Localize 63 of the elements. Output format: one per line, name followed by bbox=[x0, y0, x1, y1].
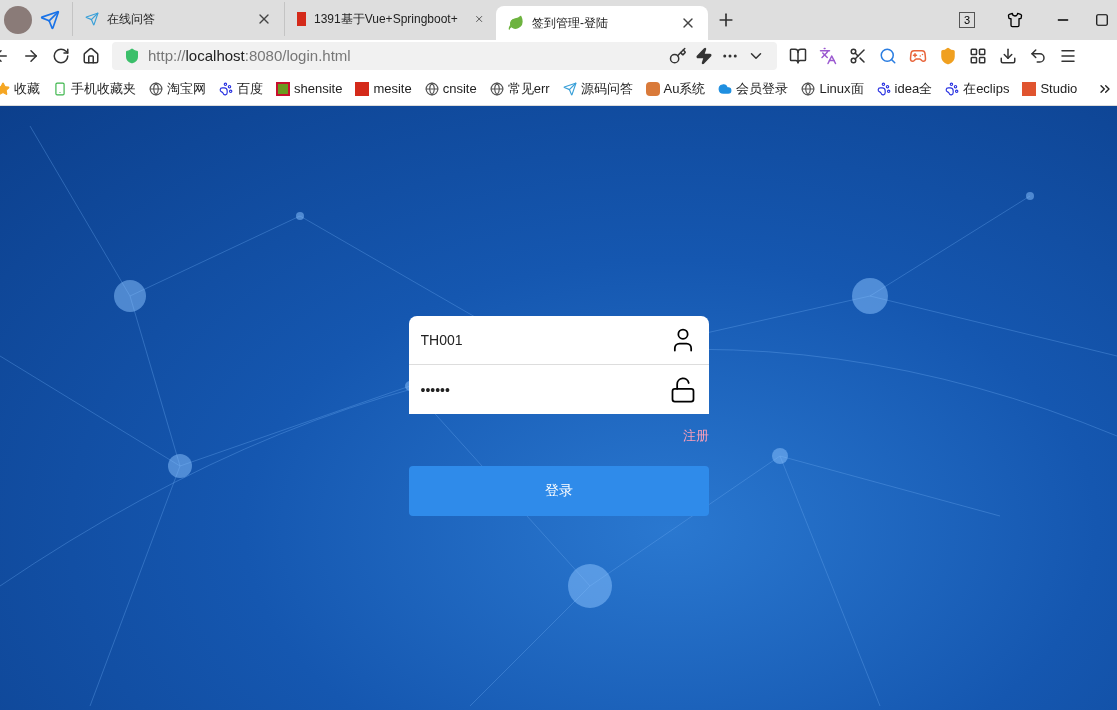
menu-icon[interactable] bbox=[1059, 47, 1077, 65]
reload-icon[interactable] bbox=[52, 47, 70, 65]
favicon-icon bbox=[645, 81, 660, 96]
scissors-icon[interactable] bbox=[849, 47, 867, 65]
bookmark-item[interactable]: 手机收藏夹 bbox=[53, 78, 136, 99]
tab-title: 1391基于Vue+Springboot+ bbox=[314, 11, 458, 28]
bookmark-item[interactable]: 在eclips bbox=[945, 78, 1010, 99]
maximize-icon[interactable] bbox=[1095, 13, 1109, 27]
leaf-icon bbox=[508, 15, 524, 31]
apps-grid-icon[interactable] bbox=[969, 47, 987, 65]
browser-tab[interactable]: 签到管理-登陆 bbox=[496, 6, 708, 40]
password-field[interactable]: •••••• bbox=[408, 365, 709, 414]
login-button[interactable]: 登录 bbox=[408, 465, 709, 516]
bookmark-item[interactable]: shensite bbox=[276, 78, 343, 99]
password-field[interactable]: •••••• bbox=[420, 365, 669, 414]
send-icon[interactable] bbox=[40, 10, 60, 30]
bookmark-item[interactable]: 收藏 bbox=[0, 78, 40, 99]
gamepad-icon[interactable] bbox=[909, 47, 927, 65]
cloud-icon bbox=[718, 81, 733, 96]
download-icon[interactable] bbox=[999, 47, 1017, 65]
favicon-icon bbox=[355, 81, 370, 96]
bookmark-item[interactable]: 百度 bbox=[219, 78, 263, 99]
bookmark-item[interactable]: idea全 bbox=[876, 78, 933, 99]
globe-icon bbox=[801, 81, 816, 96]
bookmark-item[interactable]: 会员登录 bbox=[718, 78, 789, 99]
search-icon[interactable] bbox=[879, 47, 897, 65]
tab-title: 在线问答 bbox=[107, 11, 155, 28]
forward-icon[interactable] bbox=[22, 47, 40, 65]
phone-icon bbox=[53, 81, 67, 96]
globe-icon bbox=[424, 81, 439, 96]
star-icon bbox=[0, 81, 10, 96]
bookmark-item[interactable]: Au系统 bbox=[645, 78, 706, 99]
book-icon[interactable] bbox=[789, 47, 807, 65]
shirt-icon[interactable] bbox=[1007, 12, 1023, 28]
bookmark-item[interactable]: Linux面 bbox=[801, 78, 864, 99]
username-field[interactable]: TH001 bbox=[408, 316, 709, 365]
bookmark-item[interactable]: cnsite bbox=[424, 78, 477, 99]
globe-icon bbox=[489, 81, 504, 96]
tab-count[interactable]: 3 bbox=[958, 12, 975, 28]
globe-icon bbox=[149, 81, 163, 96]
lightning-icon[interactable] bbox=[695, 47, 713, 65]
username-field[interactable]: TH001 bbox=[420, 316, 669, 364]
paw-icon bbox=[876, 81, 891, 96]
tab-title: 签到管理-登陆 bbox=[532, 15, 608, 32]
bookmark-item[interactable]: mesite bbox=[355, 78, 412, 99]
bookmark-item[interactable]: 淘宝网 bbox=[149, 78, 206, 99]
bookmark-item[interactable]: 常见err bbox=[489, 78, 550, 99]
browser-tab[interactable]: 在线问答 bbox=[72, 2, 284, 36]
translate-icon[interactable] bbox=[819, 47, 837, 65]
key-icon[interactable] bbox=[669, 47, 687, 65]
avatar-icon bbox=[4, 6, 32, 34]
url-text: http://localhost:8080/login.html bbox=[148, 45, 351, 66]
paw-icon bbox=[219, 81, 233, 96]
favicon-icon bbox=[276, 81, 290, 96]
secure-shield-icon bbox=[124, 48, 140, 64]
undo-icon[interactable] bbox=[1029, 47, 1047, 65]
bookmark-item[interactable]: Studio bbox=[1022, 78, 1078, 99]
favicon-icon bbox=[297, 12, 306, 26]
bookmark-item[interactable]: 源码问答 bbox=[562, 78, 633, 99]
home-icon[interactable] bbox=[82, 47, 100, 65]
paw-icon bbox=[945, 81, 960, 96]
favicon-icon bbox=[1022, 81, 1037, 96]
address-bar[interactable]: http://localhost:8080/login.html bbox=[112, 42, 777, 70]
